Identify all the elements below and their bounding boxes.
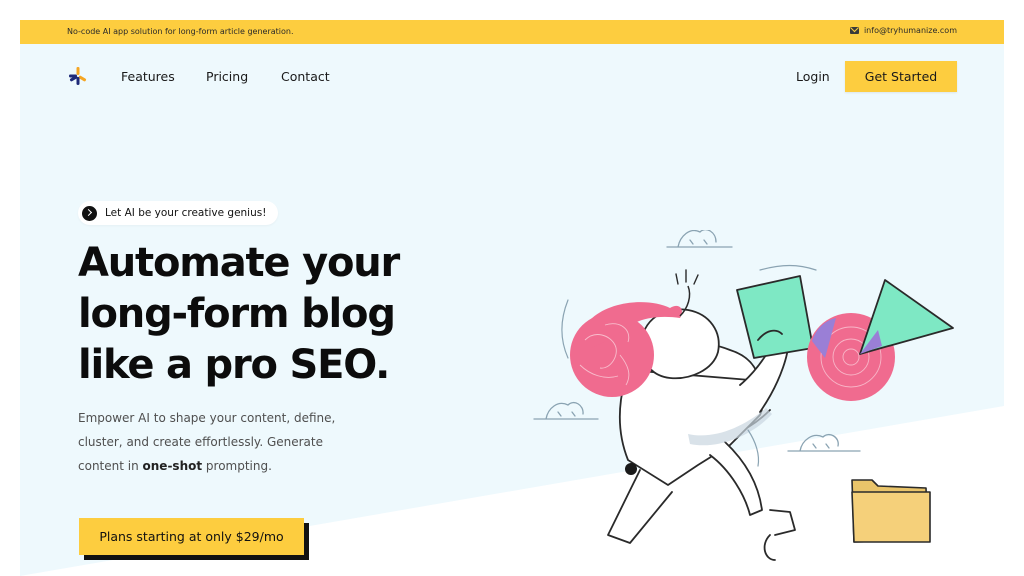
nav-link-features[interactable]: Features — [121, 69, 175, 84]
hero-description: Empower AI to shape your content, define… — [78, 406, 378, 478]
get-started-button[interactable]: Get Started — [845, 61, 957, 92]
nav-link-pricing[interactable]: Pricing — [206, 69, 248, 84]
mint-square-shape — [736, 275, 814, 359]
cloud-icon — [787, 433, 861, 452]
announcement-bar: No-code AI app solution for long-form ar… — [20, 20, 1004, 44]
character-button — [625, 463, 637, 475]
mail-icon — [849, 27, 859, 34]
folder-icon — [851, 479, 931, 543]
pricing-cta-wrapper: Plans starting at only $29/mo — [79, 518, 309, 560]
description-line: content in one-shot prompting. — [78, 454, 378, 478]
cloud-icon — [533, 401, 599, 420]
asterisk-logo-icon[interactable] — [68, 66, 88, 86]
cloud-icon — [666, 230, 733, 248]
headline-line: long-form blog — [78, 291, 396, 337]
chevron-right-circle-icon — [82, 205, 97, 221]
headline-line: Automate your — [78, 240, 400, 286]
hero-headline: Automate your long-form blog like a pro … — [78, 238, 498, 391]
announcement-text: No-code AI app solution for long-form ar… — [67, 27, 294, 36]
main-navigation: Features Pricing Contact Login Get Start… — [20, 44, 1004, 108]
description-line: Empower AI to shape your content, define… — [78, 411, 336, 425]
contact-email[interactable]: info@tryhumanize.com — [849, 26, 957, 35]
nav-link-contact[interactable]: Contact — [281, 69, 330, 84]
mint-triangle-shape — [859, 279, 954, 355]
pricing-cta-button[interactable]: Plans starting at only $29/mo — [79, 518, 304, 555]
headline-line: like a pro SEO. — [78, 342, 390, 388]
hero-illustration — [533, 230, 954, 561]
description-text: content in — [78, 459, 143, 473]
description-line: cluster, and create effortlessly. Genera… — [78, 435, 323, 449]
login-link[interactable]: Login — [796, 69, 830, 84]
page-frame: No-code AI app solution for long-form ar… — [20, 20, 1004, 576]
description-text: prompting. — [202, 459, 272, 473]
pill-text: Let AI be your creative genius! — [105, 207, 267, 219]
hero-tagline-pill: Let AI be your creative genius! — [78, 201, 279, 225]
email-address[interactable]: info@tryhumanize.com — [864, 26, 957, 35]
description-emphasis: one-shot — [142, 459, 203, 473]
